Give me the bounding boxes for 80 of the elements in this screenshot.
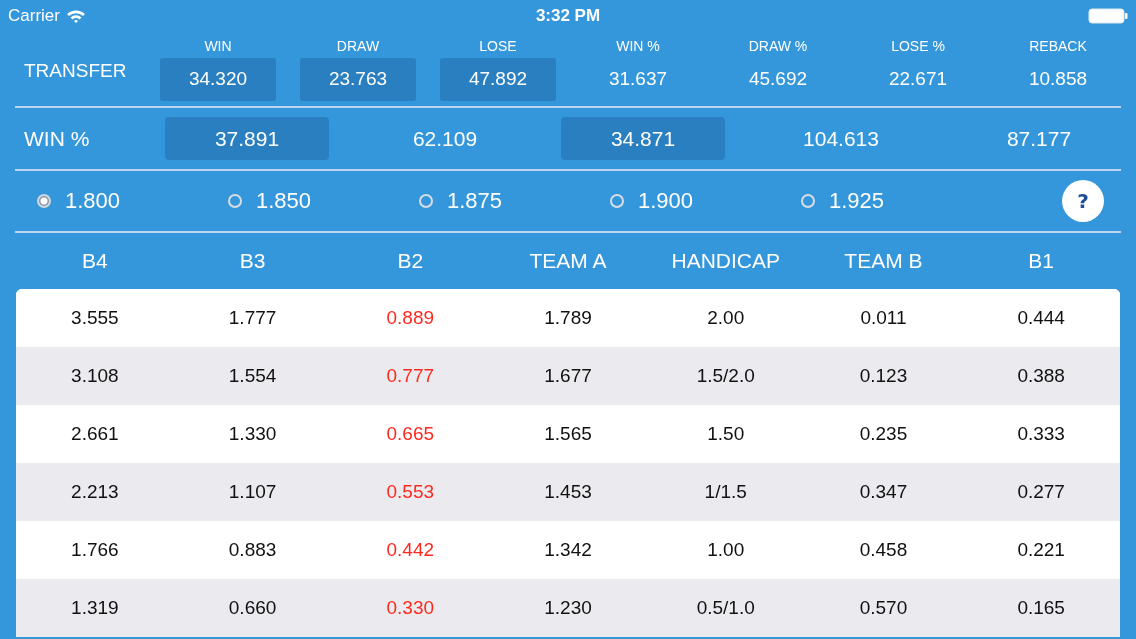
table-cell-text: 2.661	[70, 423, 120, 445]
table-cell-text: 1.50	[706, 423, 746, 445]
column-header: B2	[396, 249, 425, 273]
table-cell-text: 1.766	[70, 539, 120, 561]
table-cell-text: 1.5/2.0	[695, 365, 756, 387]
table-cell-text: 0.777	[385, 365, 436, 387]
table-cell-text: 1.777	[227, 307, 278, 329]
column-header: HANDICAP	[670, 249, 781, 273]
table-cell-text: 0.660	[227, 597, 278, 619]
table-cell-text: 0.277	[1016, 481, 1066, 503]
table-cell-text: 0.388	[1016, 365, 1066, 387]
odds-radio-option[interactable]: 1.800	[37, 188, 228, 214]
table-cell-text: 0.553	[385, 481, 436, 503]
carrier-label: Carrier	[8, 6, 60, 26]
value-text: 45.692	[747, 67, 809, 91]
table-cell-text: 0.347	[858, 481, 909, 503]
battery-icon	[1088, 8, 1128, 24]
value-field[interactable]: 34.871	[561, 117, 725, 160]
odds-radio-option[interactable]: 1.875	[419, 188, 610, 214]
table-cell-text: 0.221	[1016, 539, 1066, 561]
column-heading: WIN %	[616, 37, 660, 54]
table-cell-text: 3.555	[70, 307, 120, 329]
odds-radio-option[interactable]: 1.900	[610, 188, 801, 214]
transfer-label: TRANSFER	[23, 60, 128, 82]
odds-radio-option[interactable]: 1.850	[228, 188, 419, 214]
win-percent-label: WIN %	[23, 126, 91, 151]
table-cell-text: 0.883	[227, 539, 278, 561]
table-cell-text: 0.570	[858, 597, 909, 619]
column-header: B4	[81, 249, 109, 273]
value-field[interactable]: 47.892	[440, 57, 556, 101]
table-cell-text: 0.444	[1016, 307, 1066, 329]
column-heading: WIN	[204, 37, 232, 54]
value-field[interactable]: 23.763	[300, 57, 416, 101]
value-text: 10.858	[1027, 67, 1089, 91]
column-header: TEAM B	[843, 249, 924, 273]
table-cell-text: 1.00	[706, 539, 746, 561]
help-button[interactable]: ?	[1062, 180, 1104, 222]
column-header: B1	[1027, 249, 1055, 273]
table-cell-text: 0.333	[1016, 423, 1066, 445]
table-cell-text: 1/1.5	[703, 481, 748, 503]
column-heading: LOSE	[479, 37, 517, 54]
table-cell-text: 1.453	[543, 481, 593, 503]
table-cell-text: 2.00	[706, 307, 746, 329]
table-cell-text: 1.319	[70, 597, 120, 619]
table-cell-text: 1.107	[227, 481, 278, 503]
value-field[interactable]: 34.320	[160, 57, 276, 101]
table-cell-text: 1.789	[543, 307, 593, 329]
table-cell-text: 1.565	[543, 423, 593, 445]
value-text: 62.109	[411, 125, 479, 152]
wifi-icon	[65, 8, 86, 24]
value-text: 87.177	[1005, 125, 1073, 152]
table-cell-text: 3.108	[70, 365, 120, 387]
table-cell-text: 0.442	[385, 539, 436, 561]
column-heading: LOSE %	[891, 37, 945, 54]
value-text: 31.637	[607, 67, 669, 91]
table-cell-text: 1.554	[227, 365, 278, 387]
column-heading: REBACK	[1029, 37, 1087, 54]
value-text: 104.613	[802, 125, 880, 152]
value-text: 22.671	[887, 67, 949, 91]
table-cell-text: 0.165	[1016, 597, 1066, 619]
status-time: 3:32 PM	[535, 6, 601, 26]
table-cell-text: 0.889	[385, 307, 436, 329]
table-cell-text: 1.677	[543, 365, 593, 387]
column-header: TEAM A	[528, 249, 608, 273]
table-cell-text: 0.011	[859, 307, 908, 329]
table-cell-text: 0.235	[858, 423, 909, 445]
table-cell-text: 0.5/1.0	[695, 597, 756, 619]
table-cell-text: 2.213	[70, 481, 120, 503]
odds-radio-option[interactable]: 1.925	[801, 188, 992, 214]
table-cell-text: 1.230	[543, 597, 593, 619]
table-cell-text: 0.123	[858, 365, 909, 387]
column-header: B3	[238, 249, 267, 273]
table-cell-text: 0.330	[385, 597, 436, 619]
column-heading: DRAW %	[748, 37, 808, 54]
table-cell-text: 0.458	[858, 539, 909, 561]
column-heading: DRAW	[336, 37, 380, 54]
table-cell-text: 1.330	[227, 423, 278, 445]
table-cell-text: 1.342	[543, 539, 593, 561]
table-cell-text: 0.665	[385, 423, 436, 445]
value-field[interactable]: 37.891	[165, 117, 329, 160]
